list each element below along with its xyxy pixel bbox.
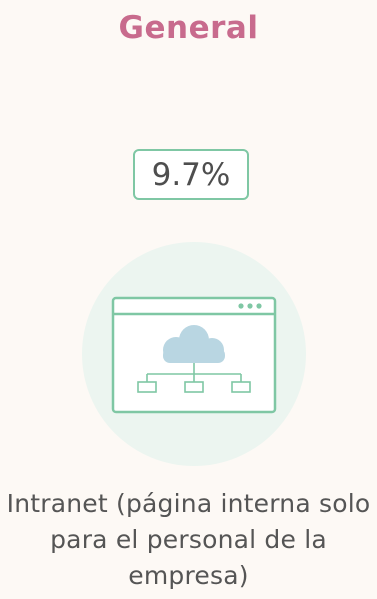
stat-value-box: 9.7%: [133, 149, 249, 200]
intranet-network-icon: [82, 242, 306, 466]
window-dot-icon: [238, 303, 244, 309]
window-dot-icon: [247, 303, 253, 309]
page-title: General: [118, 10, 259, 46]
window-dot-icon: [256, 303, 262, 309]
caption-text: Intranet (página interna solo para el pe…: [6, 489, 371, 590]
stat-value: 9.7%: [151, 156, 231, 193]
